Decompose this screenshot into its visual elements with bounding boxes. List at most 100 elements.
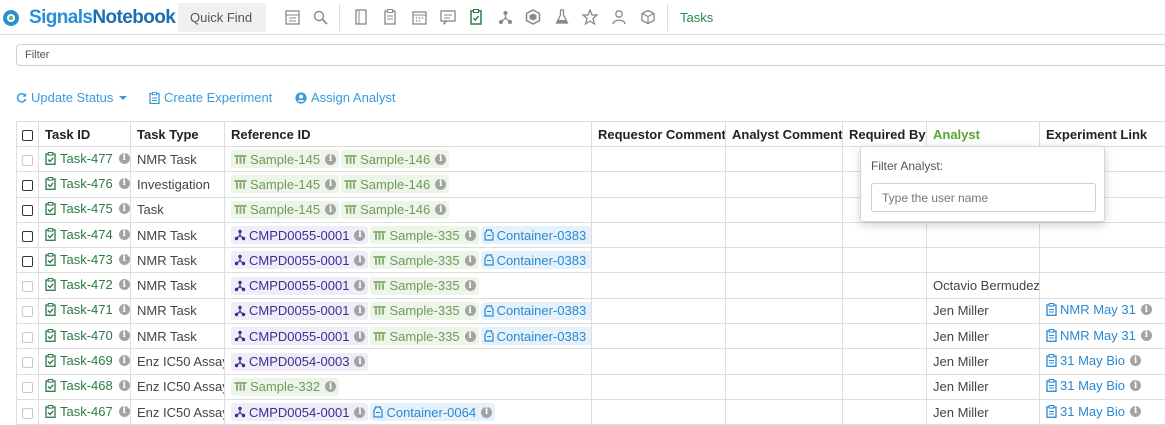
info-icon[interactable]: i xyxy=(354,229,366,241)
task-link[interactable]: Task-467 i xyxy=(45,404,130,419)
info-icon[interactable]: i xyxy=(118,203,130,215)
column-header-task-type[interactable]: Task Type xyxy=(130,121,225,147)
row-checkbox[interactable] xyxy=(22,357,33,369)
reference-chip-sample[interactable]: Sample-145 i xyxy=(231,150,340,169)
reference-chip-compound[interactable]: CMPD0055-0001 i xyxy=(231,276,369,295)
table-row[interactable]: Task-472 i NMR Task CMPD0055-0001 i Sample-33… xyxy=(16,272,1165,299)
table-row[interactable]: Task-470 i NMR Task CMPD0055-0001 i Sample-33… xyxy=(16,323,1165,350)
row-checkbox[interactable] xyxy=(22,230,33,242)
column-header-analyst-comment[interactable]: Analyst Comment xyxy=(725,121,843,147)
star-icon[interactable] xyxy=(581,8,599,26)
cube-icon[interactable] xyxy=(639,8,657,26)
select-all-checkbox[interactable] xyxy=(22,129,33,141)
users-icon[interactable] xyxy=(610,8,628,26)
dashboard-icon[interactable] xyxy=(283,8,301,26)
task-link[interactable]: Task-477 i xyxy=(45,151,130,166)
info-icon[interactable]: i xyxy=(118,380,130,392)
info-icon[interactable]: i xyxy=(354,280,366,292)
flask-icon[interactable] xyxy=(553,8,571,26)
notebook-icon[interactable] xyxy=(352,8,370,26)
info-icon[interactable]: i xyxy=(464,254,476,266)
info-icon[interactable]: i xyxy=(1130,405,1142,417)
info-icon[interactable]: i xyxy=(118,405,130,417)
experiment-link[interactable]: 31 May Bio i xyxy=(1046,378,1142,393)
reference-chip-sample[interactable]: Sample-146 i xyxy=(341,200,450,219)
task-link[interactable]: Task-476 i xyxy=(45,176,130,191)
info-icon[interactable]: i xyxy=(464,280,476,292)
info-icon[interactable]: i xyxy=(118,177,130,189)
update-status-button[interactable]: Update Status xyxy=(16,90,128,105)
reference-chip-compound[interactable]: CMPD0054-0001 i xyxy=(231,403,369,422)
reference-chip-sample[interactable]: Sample-145 i xyxy=(231,175,340,194)
table-row[interactable]: Task-468 i Enz IC50 Assay Sample-332 i Jen Mi… xyxy=(16,373,1165,400)
info-icon[interactable]: i xyxy=(325,153,337,165)
info-icon[interactable]: i xyxy=(118,228,130,240)
info-icon[interactable]: i xyxy=(1140,329,1152,341)
info-icon[interactable]: i xyxy=(118,279,130,291)
info-icon[interactable]: i xyxy=(435,178,447,190)
experiment-icon[interactable] xyxy=(381,8,399,26)
row-checkbox[interactable] xyxy=(22,281,33,293)
reference-chip-container[interactable]: Container-0383i xyxy=(480,251,591,270)
row-checkbox[interactable] xyxy=(22,306,33,318)
info-icon[interactable]: i xyxy=(464,305,476,317)
reference-chip-compound[interactable]: CMPD0054-0003 i xyxy=(231,352,369,371)
tasks-icon[interactable] xyxy=(467,8,485,26)
table-row[interactable]: Task-473 i NMR Task CMPD0055-0001 i Sample-33… xyxy=(16,247,1165,274)
info-icon[interactable]: i xyxy=(118,152,130,164)
row-checkbox[interactable] xyxy=(22,382,33,394)
row-checkbox[interactable] xyxy=(22,180,33,191)
table-row[interactable]: Task-474 i NMR Task CMPD0055-0001 i Sample-33… xyxy=(16,221,1165,249)
info-icon[interactable]: i xyxy=(481,406,493,418)
reference-chip-sample[interactable]: Sample-145 i xyxy=(231,200,340,219)
reference-chip-container[interactable]: Container-0064 i xyxy=(370,403,496,422)
reference-chip-sample[interactable]: Sample-332 i xyxy=(231,377,340,396)
info-icon[interactable]: i xyxy=(354,330,366,342)
column-header-reference-id[interactable]: Reference ID xyxy=(224,121,592,147)
calendar-icon[interactable] xyxy=(410,8,428,26)
row-checkbox[interactable] xyxy=(22,154,33,166)
comments-icon[interactable] xyxy=(439,8,457,26)
info-icon[interactable]: i xyxy=(1130,380,1142,392)
info-icon[interactable]: i xyxy=(464,330,476,342)
info-icon[interactable]: i xyxy=(325,381,337,393)
row-checkbox[interactable] xyxy=(22,331,33,343)
info-icon[interactable]: i xyxy=(118,304,130,316)
reference-chip-sample[interactable]: Sample-146 i xyxy=(341,175,450,194)
reference-chip-sample[interactable]: Sample-335 i xyxy=(370,251,479,270)
column-header-task-id[interactable]: Task ID xyxy=(38,121,131,147)
filter-input[interactable]: Filter xyxy=(16,44,1165,66)
app-logo[interactable]: SignalsNotebook xyxy=(2,6,176,30)
reference-chip-sample[interactable]: Sample-335 i xyxy=(370,301,479,320)
column-header-experiment-link[interactable]: Experiment Link xyxy=(1039,121,1165,147)
column-header-requestor-comment[interactable]: Requestor Comment xyxy=(591,121,726,147)
info-icon[interactable]: i xyxy=(118,329,130,341)
info-icon[interactable]: i xyxy=(354,305,366,317)
info-icon[interactable]: i xyxy=(325,204,337,216)
task-link[interactable]: Task-468 i xyxy=(45,378,130,393)
task-link[interactable]: Task-474 i xyxy=(45,227,130,242)
reference-chip-compound[interactable]: CMPD0055-0001 i xyxy=(231,327,369,346)
row-checkbox[interactable] xyxy=(22,205,33,217)
create-experiment-button[interactable]: Create Experiment xyxy=(149,90,272,105)
reference-chip-sample[interactable]: Sample-335 i xyxy=(370,327,479,346)
reference-chip-container[interactable]: Container-0383i xyxy=(480,301,591,320)
info-icon[interactable]: i xyxy=(354,356,366,368)
info-icon[interactable]: i xyxy=(1140,304,1152,316)
column-header-analyst[interactable]: Analyst xyxy=(926,121,1040,147)
table-row[interactable]: Task-471 i NMR Task CMPD0055-0001 i Sample-33… xyxy=(16,297,1165,325)
info-icon[interactable]: i xyxy=(118,355,130,367)
info-icon[interactable]: i xyxy=(325,178,337,190)
reference-chip-compound[interactable]: CMPD0055-0001 i xyxy=(231,226,369,245)
column-header-required-by[interactable]: Required By xyxy=(842,121,927,147)
reference-chip-container[interactable]: Container-0383i xyxy=(480,226,591,245)
task-link[interactable]: Task-475 i xyxy=(45,201,130,216)
info-icon[interactable]: i xyxy=(354,254,366,266)
info-icon[interactable]: i xyxy=(118,253,130,265)
compound-icon[interactable] xyxy=(496,8,514,26)
task-link[interactable]: Task-470 i xyxy=(45,328,130,343)
reference-chip-compound[interactable]: CMPD0055-0001 i xyxy=(231,251,369,270)
reference-chip-compound[interactable]: CMPD0055-0001 i xyxy=(231,301,369,320)
row-checkbox[interactable] xyxy=(22,407,33,419)
info-icon[interactable]: i xyxy=(435,204,447,216)
